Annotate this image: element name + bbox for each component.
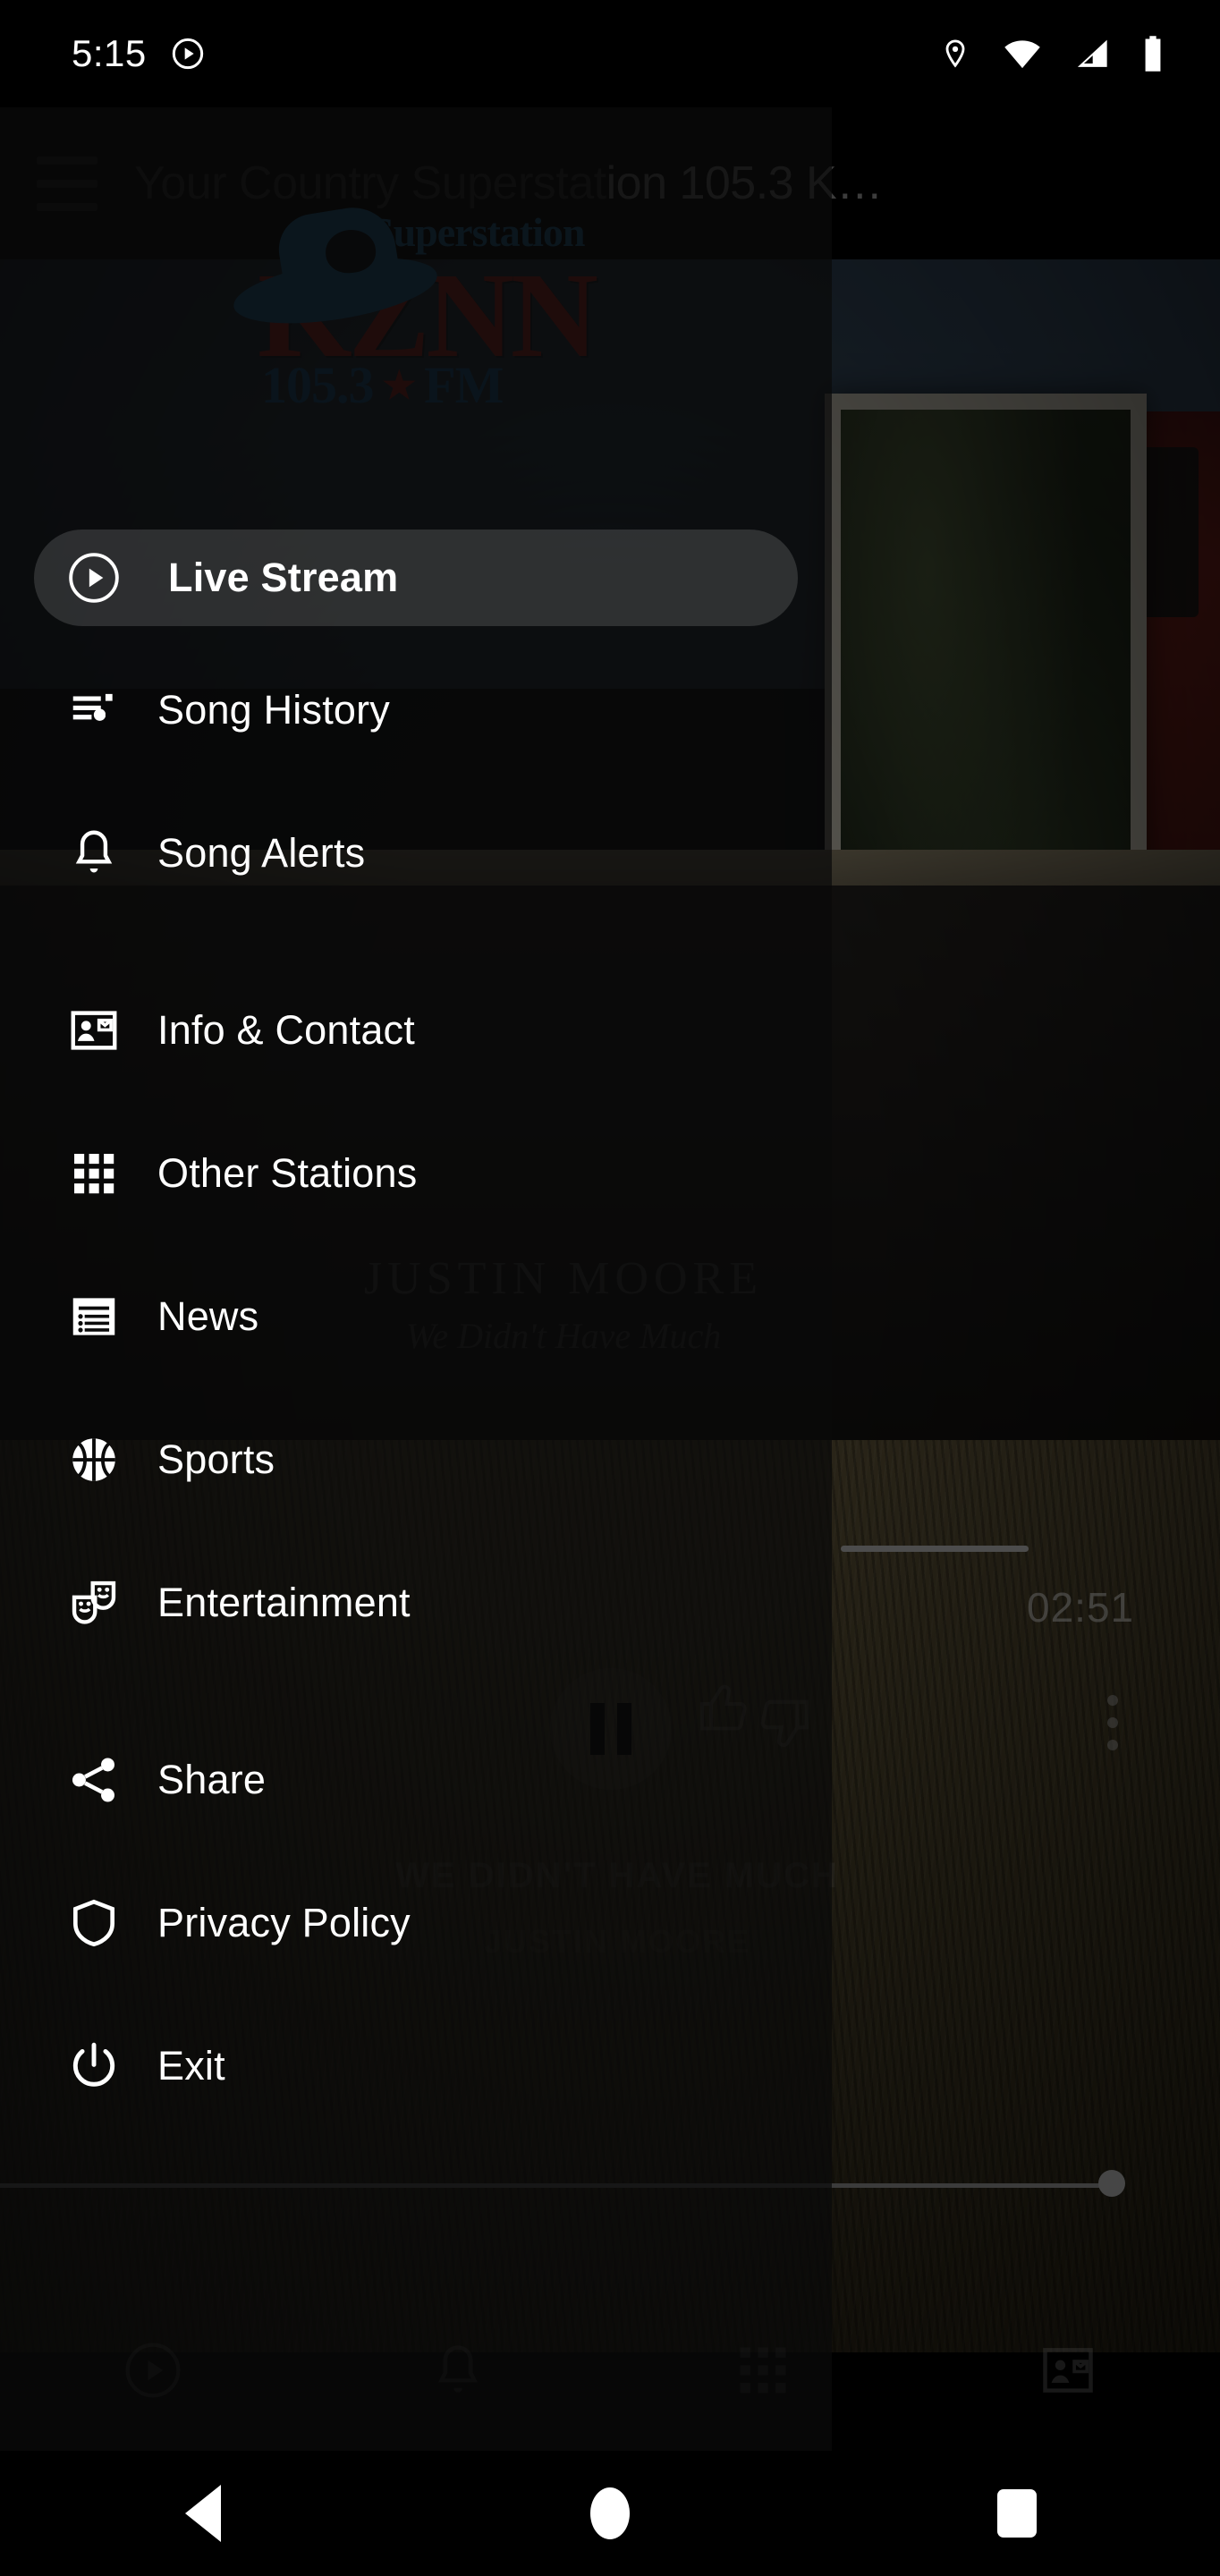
sidebar-item-song-history[interactable]: Song History <box>0 639 832 782</box>
sidebar-item-label: Entertainment <box>157 1580 411 1625</box>
sidebar-item-share[interactable]: Share <box>0 1708 832 1852</box>
play-circle-icon <box>172 38 203 70</box>
sidebar-item-label: News <box>157 1293 259 1339</box>
sidebar-item-label: Live Stream <box>168 555 399 600</box>
recents-square-icon <box>996 2489 1037 2538</box>
sidebar-item-exit[interactable]: Exit <box>0 1995 832 2138</box>
sidebar-item-privacy-policy[interactable]: Privacy Policy <box>0 1852 832 1995</box>
sidebar-item-song-alerts[interactable]: Song Alerts <box>0 782 832 925</box>
sidebar-item-live-stream[interactable]: Live Stream <box>34 530 798 626</box>
sidebar-item-label: Sports <box>157 1436 275 1482</box>
drawer-spacer <box>0 1674 832 1708</box>
wifi-icon <box>1004 40 1040 69</box>
bell-icon <box>47 826 141 881</box>
back-triangle-icon <box>185 2485 222 2542</box>
sidebar-item-label: Info & Contact <box>157 1007 415 1053</box>
android-home-button[interactable] <box>407 2487 814 2539</box>
news-list-icon <box>47 1289 141 1344</box>
sidebar-item-label: Other Stations <box>157 1150 418 1196</box>
sidebar-item-label: Share <box>157 1757 267 1802</box>
drawer-item-list: Live Stream Song History Song Alerts Inf… <box>0 530 832 2138</box>
drawer-spacer <box>0 925 832 959</box>
sidebar-item-label: Song History <box>157 687 391 733</box>
power-icon <box>47 2038 141 2094</box>
sidebar-item-label: Exit <box>157 2043 225 2089</box>
sidebar-item-info-contact[interactable]: Info & Contact <box>0 959 832 1102</box>
contact-card-icon <box>47 1003 141 1058</box>
status-bar-clock: 5:15 <box>72 32 147 74</box>
android-back-button[interactable] <box>0 2485 407 2542</box>
sidebar-item-news[interactable]: News <box>0 1245 832 1388</box>
sidebar-item-entertainment[interactable]: Entertainment <box>0 1531 832 1674</box>
shield-icon <box>47 1895 141 1951</box>
home-circle-icon <box>590 2487 630 2539</box>
cellular-signal-icon <box>1077 39 1107 67</box>
battery-icon <box>1145 36 1161 72</box>
android-navigation-bar <box>0 2451 1220 2576</box>
sidebar-item-sports[interactable]: Sports <box>0 1388 832 1531</box>
status-bar-icons <box>939 34 1165 73</box>
location-pin-icon <box>945 39 965 68</box>
sidebar-item-other-stations[interactable]: Other Stations <box>0 1102 832 1245</box>
grid-apps-icon <box>47 1146 141 1201</box>
status-bar: 5:15 <box>0 0 1220 107</box>
playlist-music-icon <box>47 682 141 738</box>
android-recents-button[interactable] <box>813 2489 1220 2538</box>
play-circle-icon <box>47 550 141 606</box>
basketball-icon <box>47 1432 141 1487</box>
sidebar-item-label: Song Alerts <box>157 830 366 876</box>
share-icon <box>47 1752 141 1808</box>
drawer-spacer <box>0 626 832 639</box>
theater-masks-icon <box>47 1575 141 1631</box>
navigation-drawer: Live Stream Song History Song Alerts Inf… <box>0 0 832 2451</box>
sidebar-item-label: Privacy Policy <box>157 1900 411 1945</box>
